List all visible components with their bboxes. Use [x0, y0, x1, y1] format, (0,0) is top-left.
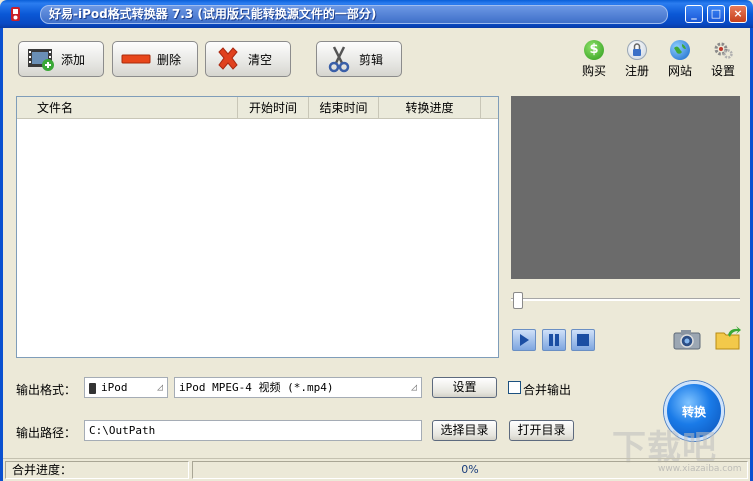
output-format-label: 输出格式： [16, 383, 77, 397]
website-label: 网站 [667, 64, 692, 78]
maximize-button[interactable]: □ [707, 5, 725, 23]
close-button[interactable]: × [729, 5, 747, 23]
column-progress[interactable]: 转换进度 [379, 97, 481, 119]
merge-output-label: 合并输出 [523, 383, 572, 397]
register-button[interactable]: 注册 [617, 40, 657, 80]
device-value: iPod [101, 381, 128, 394]
app-icon[interactable] [8, 6, 24, 22]
clear-button[interactable]: 清空 [205, 41, 291, 77]
delete-button-label: 删除 [157, 52, 182, 67]
title-bar: 好易-iPod格式转换器 7.3 (试用版只能转换源文件的一部分) _ □ × [0, 0, 753, 28]
red-x-icon [214, 45, 242, 73]
video-preview [511, 96, 740, 279]
seek-thumb[interactable] [513, 292, 523, 309]
pause-button[interactable] [542, 329, 566, 351]
settings-label: 设置 [710, 64, 735, 78]
cut-button[interactable]: 剪辑 [316, 41, 402, 77]
seek-track [511, 298, 740, 301]
buy-label: 购买 [581, 64, 606, 78]
column-filler [481, 97, 498, 119]
play-button[interactable] [512, 329, 536, 351]
file-list-header: 文件名 开始时间 结束时间 转换进度 [17, 97, 498, 119]
dropdown-arrow-icon: ◿ [410, 382, 417, 393]
buy-button[interactable]: $ 购买 [574, 40, 614, 80]
status-bar: 合并进度： 0% [3, 458, 750, 479]
gears-icon [713, 40, 733, 60]
stop-icon [577, 334, 589, 346]
snapshot-button[interactable] [672, 327, 702, 351]
format-select[interactable]: iPod MPEG-4 视频 (*.mp4) ◿ [174, 377, 422, 398]
merge-output-checkbox[interactable] [508, 381, 521, 394]
dollar-icon: $ [584, 40, 604, 60]
output-path-input[interactable]: C:\OutPath [84, 420, 422, 441]
play-icon [520, 334, 529, 346]
dropdown-arrow-icon: ◿ [156, 382, 163, 393]
output-path-label: 输出路径： [16, 426, 77, 440]
file-list[interactable]: 文件名 开始时间 结束时间 转换进度 [16, 96, 499, 358]
clear-button-label: 清空 [248, 52, 273, 67]
minimize-button[interactable]: _ [685, 5, 703, 23]
add-button-label: 添加 [61, 52, 86, 67]
delete-button[interactable]: 删除 [112, 41, 198, 77]
column-start-time[interactable]: 开始时间 [238, 97, 309, 119]
column-filename[interactable]: 文件名 [17, 97, 238, 119]
progress-percent: 0% [192, 461, 748, 479]
stop-button[interactable] [571, 329, 595, 351]
pause-icon [549, 334, 559, 346]
format-settings-button[interactable]: 设置 [432, 377, 497, 398]
add-button[interactable]: 添加 [18, 41, 104, 77]
convert-label: 转换 [681, 404, 706, 419]
choose-directory-button[interactable]: 选择目录 [432, 420, 497, 441]
minus-icon [121, 45, 151, 73]
register-label: 注册 [624, 64, 649, 78]
seek-slider[interactable] [511, 292, 740, 309]
settings-button[interactable]: 设置 [703, 40, 743, 80]
column-end-time[interactable]: 结束时间 [309, 97, 379, 119]
camera-icon [673, 330, 701, 350]
lock-icon [627, 40, 647, 60]
cut-button-label: 剪辑 [359, 52, 384, 67]
merge-progress-label: 合并进度： [5, 461, 189, 479]
globe-icon [670, 40, 690, 60]
ipod-icon [89, 382, 96, 394]
scissors-icon [325, 45, 353, 73]
device-select[interactable]: iPod ◿ [84, 377, 168, 398]
film-add-icon [27, 45, 55, 73]
open-folder-button[interactable] [714, 325, 742, 351]
window-title: 好易-iPod格式转换器 7.3 (试用版只能转换源文件的一部分) [40, 5, 668, 24]
open-directory-button[interactable]: 打开目录 [509, 420, 574, 441]
website-button[interactable]: 网站 [660, 40, 700, 80]
folder-arrow-icon [715, 326, 741, 350]
format-value: iPod MPEG-4 视频 (*.mp4) [179, 381, 334, 394]
